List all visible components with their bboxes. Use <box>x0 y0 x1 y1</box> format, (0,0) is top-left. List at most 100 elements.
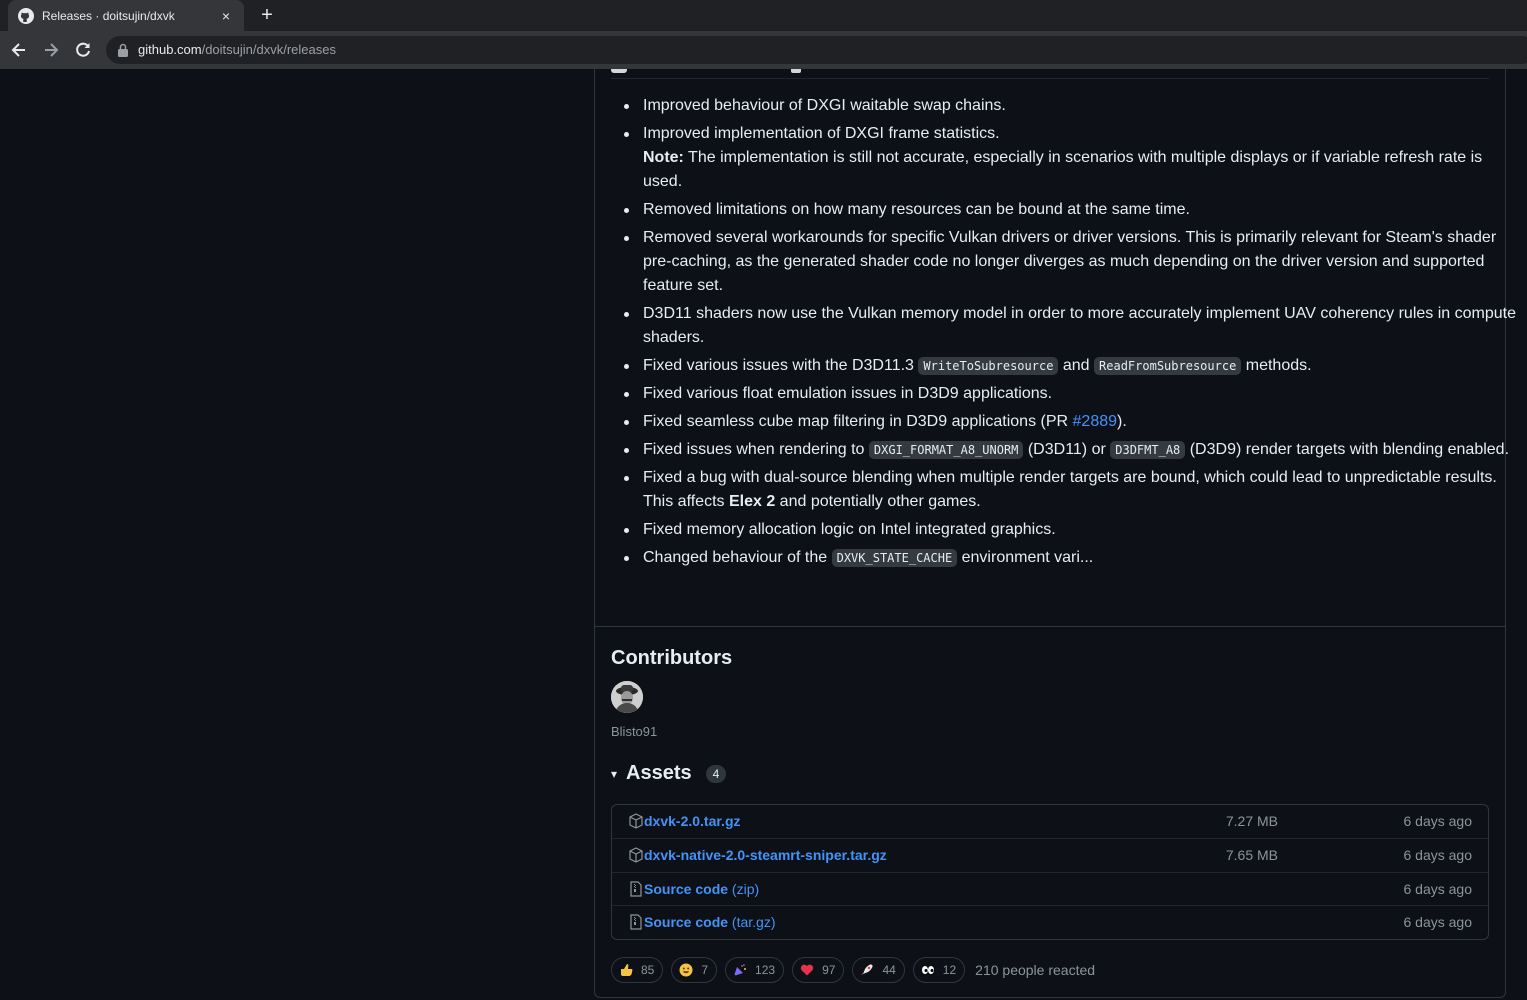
contributor-name[interactable]: Blisto91 <box>611 724 657 739</box>
forward-arrow-icon[interactable] <box>40 39 62 61</box>
list-item: Fixed various float emulation issues in … <box>624 382 1523 406</box>
note-label: Note: <box>643 149 684 166</box>
reaction-thumbs-up-button[interactable]: 85 <box>611 957 664 983</box>
list-item: Fixed issues when rendering to DXGI_FORM… <box>624 438 1523 462</box>
reaction-smile-button[interactable]: 7 <box>671 957 718 983</box>
assets-title: Assets <box>626 762 692 784</box>
list-item: Removed several workarounds for specific… <box>624 226 1523 298</box>
notes-section-heading <box>611 69 1489 79</box>
asset-name: Source code <box>644 881 729 897</box>
note-text: Fixed various float emulation issues in … <box>643 385 1053 402</box>
reaction-count: 85 <box>641 963 655 977</box>
asset-date: 6 days ago <box>1403 813 1473 829</box>
avatar-image <box>611 681 643 713</box>
heading-glyph <box>791 69 801 73</box>
asset-link[interactable]: Source code (tar.gz) <box>644 914 776 930</box>
tab-close-icon[interactable]: × <box>218 8 234 24</box>
reload-icon[interactable] <box>72 39 94 61</box>
note-text: Changed behaviour of the <box>643 549 832 566</box>
reaction-summary: 210 people reacted <box>975 962 1096 978</box>
caret-down-icon: ▾ <box>611 766 618 781</box>
list-item: Improved behaviour of DXGI waitable swap… <box>624 94 1523 118</box>
note-text: and potentially other games. <box>775 493 981 510</box>
inline-code: DXGI_FORMAT_A8_UNORM <box>868 441 1024 459</box>
asset-link[interactable]: Source code (zip) <box>644 881 759 897</box>
reaction-count: 97 <box>822 963 836 977</box>
note-text: Removed several workarounds for specific… <box>643 229 1497 294</box>
note-text: The implementation is still not accurate… <box>643 149 1483 190</box>
package-icon <box>629 813 643 829</box>
list-item: Changed behaviour of the DXVK_STATE_CACH… <box>624 546 1523 570</box>
list-item: Fixed a bug with dual-source blending wh… <box>624 466 1523 514</box>
lock-icon <box>118 43 128 57</box>
avatar[interactable] <box>611 681 643 713</box>
reaction-tada-button[interactable]: 123 <box>725 957 785 983</box>
heart-icon <box>800 964 814 976</box>
tada-icon <box>734 964 747 976</box>
address-bar[interactable]: github.com/doitsujin/dxvk/releases <box>106 36 1527 64</box>
section-divider <box>595 626 1505 627</box>
url-host: github.com <box>138 42 202 57</box>
asset-name: Source code <box>644 914 729 930</box>
note-text: (D3D11) or <box>1023 441 1111 458</box>
file-zip-icon <box>630 914 642 930</box>
asset-name: dxvk-2.0.tar.gz <box>644 813 741 829</box>
asset-size: 7.65 MB <box>1225 847 1278 863</box>
reaction-eyes-button[interactable]: 12 <box>912 957 966 983</box>
inline-code: DXVK_STATE_CACHE <box>831 549 958 567</box>
list-item: Removed limitations on how many resource… <box>624 198 1523 222</box>
file-zip-icon <box>630 881 642 897</box>
contributors-title: Contributors <box>611 647 733 669</box>
note-text: methods. <box>1241 357 1312 374</box>
list-item: Fixed seamless cube map filtering in D3D… <box>624 410 1523 434</box>
pr-link[interactable]: #2889 <box>1073 413 1118 430</box>
note-text: Improved implementation of DXGI frame st… <box>643 125 1000 142</box>
inline-code: WriteToSubresource <box>918 357 1059 375</box>
asset-link[interactable]: dxvk-native-2.0-steamrt-sniper.tar.gz <box>644 847 887 863</box>
asset-row: dxvk-native-2.0-steamrt-sniper.tar.gz 7.… <box>612 838 1488 871</box>
browser-tab[interactable]: Releases · doitsujin/dxvk × <box>8 0 244 31</box>
asset-link[interactable]: dxvk-2.0.tar.gz <box>644 813 741 829</box>
list-item: D3D11 shaders now use the Vulkan memory … <box>624 302 1523 350</box>
asset-size: 7.27 MB <box>1225 813 1278 829</box>
reactions-bar: 85 7 123 97 44 12 210 people reacted <box>611 957 1095 983</box>
inline-code: ReadFromSubresource <box>1094 357 1242 375</box>
asset-date: 6 days ago <box>1403 914 1473 930</box>
note-text: Fixed various issues with the D3D11.3 <box>643 357 919 374</box>
reaction-count: 7 <box>701 963 709 977</box>
asset-name: dxvk-native-2.0-steamrt-sniper.tar.gz <box>644 847 887 863</box>
url-path: /doitsujin/dxvk/releases <box>201 42 336 57</box>
list-item: Fixed memory allocation logic on Intel i… <box>624 518 1523 542</box>
note-text: Improved behaviour of DXGI waitable swap… <box>643 97 1006 114</box>
thumbs-up-icon <box>621 964 633 976</box>
tab-title: Releases · doitsujin/dxvk <box>42 8 175 23</box>
reaction-heart-button[interactable]: 97 <box>792 957 845 983</box>
browser-tab-bar: Releases · doitsujin/dxvk × + <box>0 0 1527 31</box>
reaction-count: 12 <box>942 963 957 977</box>
asset-format: (zip) <box>728 881 760 897</box>
asset-row: Source code (zip) 6 days ago <box>612 872 1488 905</box>
note-text: Fixed memory allocation logic on Intel i… <box>643 521 1056 538</box>
asset-date: 6 days ago <box>1403 881 1473 897</box>
eyes-icon <box>921 966 934 974</box>
reaction-count: 44 <box>882 963 896 977</box>
asset-row: dxvk-2.0.tar.gz 7.27 MB 6 days ago <box>612 805 1488 838</box>
rocket-icon <box>861 964 874 976</box>
note-text: ). <box>1117 413 1127 430</box>
github-icon <box>18 7 34 24</box>
reaction-rocket-button[interactable]: 44 <box>852 957 905 983</box>
assets-header[interactable]: ▾ Assets 4 <box>611 762 727 785</box>
assets-list: dxvk-2.0.tar.gz 7.27 MB 6 days ago dxvk-… <box>611 804 1489 940</box>
inline-code: D3DFMT_A8 <box>1110 441 1186 459</box>
list-item: Improved implementation of DXGI frame st… <box>624 122 1523 194</box>
smile-icon <box>679 963 693 977</box>
assets-count-badge: 4 <box>705 764 727 783</box>
back-arrow-icon[interactable] <box>8 39 30 61</box>
release-notes-list: Improved behaviour of DXGI waitable swap… <box>611 94 1523 574</box>
note-text: Fixed issues when rendering to <box>643 441 869 458</box>
note-text: Fixed seamless cube map filtering in D3D… <box>643 413 1073 430</box>
new-tab-button[interactable]: + <box>256 3 278 27</box>
note-text: D3D11 shaders now use the Vulkan memory … <box>643 305 1516 346</box>
asset-row: Source code (tar.gz) 6 days ago <box>612 905 1488 938</box>
package-icon <box>629 847 643 863</box>
